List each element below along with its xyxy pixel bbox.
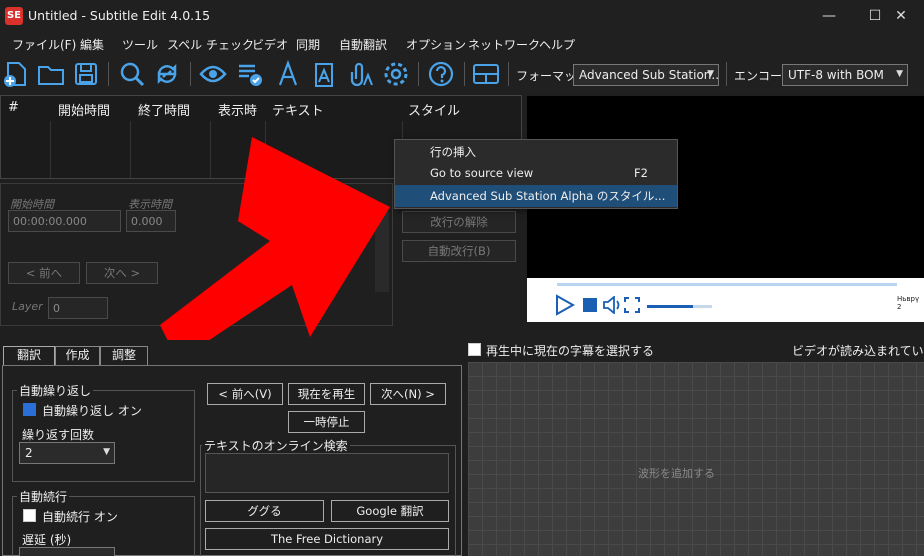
window-title: Untitled - Subtitle Edit 4.0.15 (28, 8, 211, 23)
save-icon[interactable] (72, 60, 100, 88)
select-current-checkbox[interactable] (468, 343, 481, 356)
chevron-down-icon: ▼ (896, 69, 903, 79)
fullscreen-icon[interactable] (624, 297, 640, 313)
grid-column-line (130, 121, 131, 178)
delay-input[interactable] (19, 547, 115, 556)
menu-networking[interactable]: ネットワーク (468, 36, 540, 53)
layout-icon[interactable] (472, 60, 500, 88)
menu-auto-translate[interactable]: 自動翻訳 (339, 36, 387, 53)
app-icon: SE (5, 7, 23, 25)
no-video-label: ビデオが読み込まれていません (792, 344, 924, 358)
toolbar-separator (508, 62, 509, 86)
prev-line-button[interactable]: < 前へ (8, 262, 80, 284)
video-controls: Ньврү 2 (527, 278, 924, 322)
toolbar-separator (108, 62, 109, 86)
grid-header-style[interactable]: スタイル (408, 100, 460, 119)
select-current-label: 再生中に現在の字幕を選択する (486, 344, 655, 358)
auto-repeat-on-label: 自動繰り返し オン (42, 404, 142, 418)
grid-header-text[interactable]: テキスト (272, 100, 324, 119)
grid-header-start[interactable]: 開始時間 (58, 100, 110, 119)
attachments-icon[interactable] (346, 60, 374, 88)
auto-break-button[interactable]: 自動改行(B) (402, 240, 516, 262)
pause-button[interactable]: 一時停止 (288, 411, 365, 433)
toolbar-separator (464, 62, 465, 86)
auto-repeat-title: 自動繰り返し (17, 382, 94, 399)
grid-header-duration[interactable]: 表示時 (218, 100, 257, 119)
prev-subtitle-button[interactable]: < 前へ(V) (207, 383, 283, 405)
chevron-down-icon: ▼ (707, 69, 714, 79)
menu-help[interactable]: ヘルプ (539, 36, 575, 53)
repeat-count-value: 2 (25, 446, 33, 460)
settings-gear-icon[interactable] (382, 60, 410, 88)
ctx-insert-line[interactable]: 行の挿入 (395, 141, 677, 163)
stop-icon[interactable] (583, 298, 597, 312)
repeat-count-label: 繰り返す回数 (22, 428, 95, 442)
google-search-button[interactable]: ググる (205, 500, 324, 522)
visual-sync-icon[interactable] (199, 60, 227, 88)
auto-continue-checkbox[interactable] (23, 509, 36, 522)
layer-input[interactable]: 0 (48, 297, 108, 319)
play-current-button[interactable]: 現在を再生 (288, 383, 365, 405)
unbreak-button[interactable]: 改行の解除 (402, 211, 516, 233)
close-button[interactable]: ✕ (878, 4, 924, 28)
find-icon[interactable] (118, 60, 146, 88)
time-readout: Ньврү 2 (897, 295, 920, 311)
grid-header-end[interactable]: 終了時間 (138, 100, 190, 119)
tab-translate[interactable]: 翻訳 (3, 346, 55, 365)
toolbar-separator (190, 62, 191, 86)
red-arrow-icon (160, 137, 390, 340)
help-icon[interactable] (427, 60, 455, 88)
online-search-title: テキストのオンライン検索 (202, 437, 350, 454)
start-time-input[interactable]: 00:00:00.000 (8, 210, 121, 232)
spell-check-icon[interactable] (236, 60, 264, 88)
new-file-icon[interactable] (2, 60, 30, 88)
play-icon[interactable] (553, 294, 575, 316)
menu-edit[interactable]: 編集 (80, 36, 104, 53)
volume-slider[interactable] (647, 305, 712, 308)
repeat-count-combo[interactable]: 2 ▼ (19, 442, 115, 464)
auto-continue-on-label: 自動続行 オン (42, 510, 118, 524)
tab-adjust[interactable]: 調整 (100, 346, 148, 365)
menu-video[interactable]: ビデオ (252, 36, 288, 53)
ctx-shortcut-f2: F2 (634, 166, 648, 180)
tab-create[interactable]: 作成 (55, 346, 100, 365)
style-icon[interactable] (310, 60, 338, 88)
format-combo-value: Advanced Sub Station... (579, 68, 719, 82)
grid-header-number[interactable]: # (8, 100, 19, 115)
encoding-combo[interactable]: UTF-8 with BOM ▼ (782, 64, 908, 86)
format-combo[interactable]: Advanced Sub Station... ▼ (573, 64, 719, 86)
free-dictionary-button[interactable]: The Free Dictionary (205, 528, 449, 550)
menu-spellcheck[interactable]: スペル チェック (167, 36, 254, 53)
replace-icon[interactable] (153, 60, 181, 88)
encoding-combo-value: UTF-8 with BOM (788, 68, 884, 82)
grid-column-line (50, 121, 51, 178)
minimize-button[interactable]: — (806, 4, 852, 28)
menu-sync[interactable]: 同期 (296, 36, 320, 53)
font-icon[interactable] (274, 60, 302, 88)
waveform-panel[interactable] (468, 362, 924, 556)
delay-label: 遅延 (秒) (22, 533, 72, 547)
seek-bar[interactable] (557, 283, 897, 286)
toolbar-separator (726, 62, 727, 86)
add-waveform-label[interactable]: 波形を追加する (638, 465, 715, 481)
menu-tools[interactable]: ツール (122, 36, 158, 53)
toolbar-separator (418, 62, 419, 86)
layer-label: Layer (12, 300, 43, 313)
google-translate-button[interactable]: Google 翻訳 (331, 500, 449, 522)
auto-continue-title: 自動続行 (17, 488, 70, 505)
search-text-input[interactable] (205, 453, 449, 493)
menu-options[interactable]: オプション (406, 36, 466, 53)
ctx-ass-styles[interactable]: Advanced Sub Station Alpha のスタイル... (395, 185, 677, 207)
menu-file[interactable]: ファイル(F) (12, 36, 76, 53)
auto-repeat-checkbox[interactable] (23, 403, 36, 416)
chevron-down-icon: ▼ (103, 447, 110, 457)
next-line-button[interactable]: 次へ > (86, 262, 158, 284)
next-subtitle-button[interactable]: 次へ(N) > (370, 383, 446, 405)
volume-icon[interactable] (602, 296, 622, 314)
open-folder-icon[interactable] (37, 60, 65, 88)
